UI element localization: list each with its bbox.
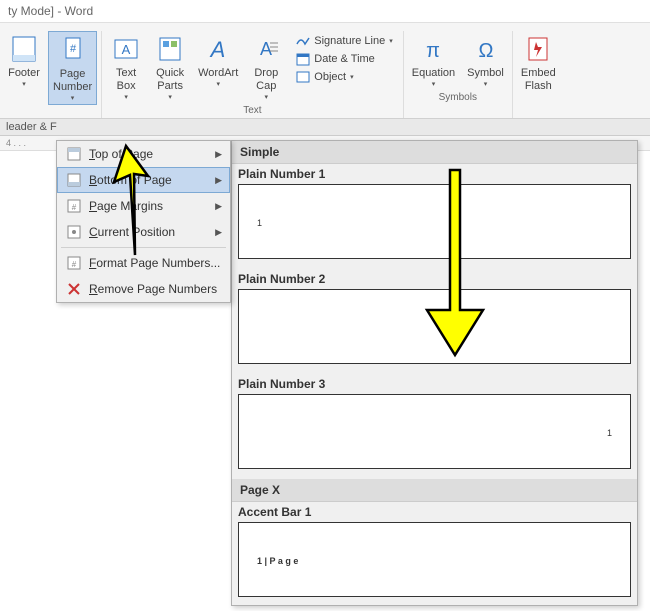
equation-icon: π bbox=[417, 33, 449, 65]
gallery-section-simple: Simple bbox=[232, 141, 637, 164]
equation-label: Equation bbox=[412, 67, 455, 80]
sample-accent: 1 | P a g e bbox=[257, 556, 298, 566]
menu-page-margins[interactable]: # Page Margins ▶ bbox=[57, 193, 230, 219]
gallery-preview-pn2[interactable] bbox=[238, 289, 631, 364]
svg-text:A: A bbox=[209, 37, 226, 62]
object-label: Object bbox=[314, 71, 346, 83]
page-number-menu: Top of Page ▶ Bottom of Page ▶ # Page Ma… bbox=[56, 140, 231, 303]
drop-cap-icon: A bbox=[250, 33, 282, 65]
menu-separator bbox=[61, 247, 226, 248]
dropdown-caret-icon: ▾ bbox=[216, 80, 220, 88]
date-time-icon bbox=[296, 52, 310, 66]
menu-current-position[interactable]: Current Position ▶ bbox=[57, 219, 230, 245]
window-title: ty Mode] - Word bbox=[0, 0, 650, 23]
text-box-icon: A bbox=[110, 33, 142, 65]
menu-format-numbers[interactable]: # Format Page Numbers... bbox=[57, 250, 230, 276]
symbol-label: Symbol bbox=[467, 67, 504, 80]
quick-parts-button[interactable]: Quick Parts ▾ bbox=[150, 31, 190, 103]
submenu-arrow-icon: ▶ bbox=[215, 175, 222, 186]
gallery-preview-pn1[interactable]: 1 bbox=[238, 184, 631, 259]
symbol-icon: Ω bbox=[470, 33, 502, 65]
page-number-icon: # bbox=[57, 34, 89, 66]
dropdown-caret-icon: ▾ bbox=[265, 93, 269, 101]
text-box-button[interactable]: A Text Box ▾ bbox=[106, 31, 146, 103]
gallery-item-title: Plain Number 3 bbox=[232, 374, 637, 394]
menu-top-of-page[interactable]: Top of Page ▶ bbox=[57, 141, 230, 167]
svg-text:π: π bbox=[427, 40, 441, 62]
page-margins-icon: # bbox=[65, 198, 83, 214]
dropdown-caret-icon: ▾ bbox=[350, 73, 354, 81]
svg-text:A: A bbox=[122, 42, 131, 57]
page-number-gallery[interactable]: Simple Plain Number 1 1 Plain Number 2 P… bbox=[231, 140, 638, 606]
menu-current-label: Current Position bbox=[89, 225, 215, 239]
remove-numbers-icon bbox=[65, 281, 83, 297]
object-button[interactable]: Object ▾ bbox=[292, 69, 396, 85]
date-time-label: Date & Time bbox=[314, 53, 375, 65]
dropdown-caret-icon: ▾ bbox=[484, 80, 488, 88]
sample-number: 1 bbox=[257, 218, 262, 228]
page-number-button[interactable]: # Page Number ▾ bbox=[48, 31, 97, 105]
menu-bottom-label: Bottom of Page bbox=[89, 173, 215, 187]
date-time-button[interactable]: Date & Time bbox=[292, 51, 396, 67]
group-symbols-label: Symbols bbox=[439, 90, 477, 105]
sample-number: 1 bbox=[607, 428, 612, 438]
footer-label: Footer bbox=[8, 67, 40, 80]
header-footer-label: leader & F bbox=[0, 119, 650, 136]
dropdown-caret-icon: ▾ bbox=[389, 37, 393, 45]
gallery-item-title: Plain Number 1 bbox=[232, 164, 637, 184]
gallery-item-title: Accent Bar 1 bbox=[232, 502, 637, 522]
gallery-preview-ab1[interactable]: 1 | P a g e bbox=[238, 522, 631, 597]
svg-text:Ω: Ω bbox=[478, 40, 493, 62]
menu-format-label: Format Page Numbers... bbox=[89, 256, 222, 270]
bottom-of-page-icon bbox=[65, 172, 83, 188]
menu-remove-label: Remove Page Numbers bbox=[89, 282, 222, 296]
signature-line-button[interactable]: Signature Line ▾ bbox=[292, 33, 396, 49]
dropdown-caret-icon: ▾ bbox=[168, 93, 172, 101]
submenu-arrow-icon: ▶ bbox=[215, 149, 222, 160]
menu-remove-numbers[interactable]: Remove Page Numbers bbox=[57, 276, 230, 302]
page-number-label: Page Number bbox=[53, 68, 92, 94]
embed-flash-button[interactable]: Embed Flash bbox=[517, 31, 560, 95]
gallery-section-pagex: Page X bbox=[232, 479, 637, 502]
dropdown-caret-icon: ▾ bbox=[22, 80, 26, 88]
ribbon: Footer ▾ # Page Number ▾ A Text Box ▾ bbox=[0, 23, 650, 119]
group-text-label: Text bbox=[243, 103, 261, 118]
wordart-button[interactable]: A WordArt ▾ bbox=[194, 31, 242, 90]
embed-flash-label: Embed Flash bbox=[521, 67, 556, 93]
gallery-preview-pn3[interactable]: 1 bbox=[238, 394, 631, 469]
dropdown-caret-icon: ▾ bbox=[432, 80, 436, 88]
top-of-page-icon bbox=[65, 146, 83, 162]
svg-text:A: A bbox=[260, 39, 272, 59]
equation-button[interactable]: π Equation ▾ bbox=[408, 31, 459, 90]
text-box-label: Text Box bbox=[116, 67, 136, 93]
footer-icon bbox=[8, 33, 40, 65]
wordart-icon: A bbox=[202, 33, 234, 65]
signature-icon bbox=[296, 34, 310, 48]
menu-top-label: Top of Page bbox=[89, 147, 215, 161]
flash-icon bbox=[522, 33, 554, 65]
quick-parts-label: Quick Parts bbox=[156, 67, 184, 93]
quick-parts-icon bbox=[154, 33, 186, 65]
submenu-arrow-icon: ▶ bbox=[215, 201, 222, 212]
menu-margins-label: Page Margins bbox=[89, 199, 215, 213]
signature-line-label: Signature Line bbox=[314, 35, 385, 47]
wordart-label: WordArt bbox=[198, 67, 238, 80]
drop-cap-label: Drop Cap bbox=[254, 67, 278, 93]
submenu-arrow-icon: ▶ bbox=[215, 227, 222, 238]
svg-text:#: # bbox=[72, 260, 77, 269]
gallery-item-title: Plain Number 2 bbox=[232, 269, 637, 289]
object-icon bbox=[296, 70, 310, 84]
format-numbers-icon: # bbox=[65, 255, 83, 271]
dropdown-caret-icon: ▾ bbox=[71, 94, 75, 102]
svg-text:#: # bbox=[72, 203, 77, 212]
dropdown-caret-icon: ▾ bbox=[124, 93, 128, 101]
current-position-icon bbox=[65, 224, 83, 240]
menu-bottom-of-page[interactable]: Bottom of Page ▶ bbox=[57, 167, 230, 193]
footer-button[interactable]: Footer ▾ bbox=[4, 31, 44, 90]
svg-text:#: # bbox=[70, 43, 77, 55]
symbol-button[interactable]: Ω Symbol ▾ bbox=[463, 31, 508, 90]
drop-cap-button[interactable]: A Drop Cap ▾ bbox=[246, 31, 286, 103]
